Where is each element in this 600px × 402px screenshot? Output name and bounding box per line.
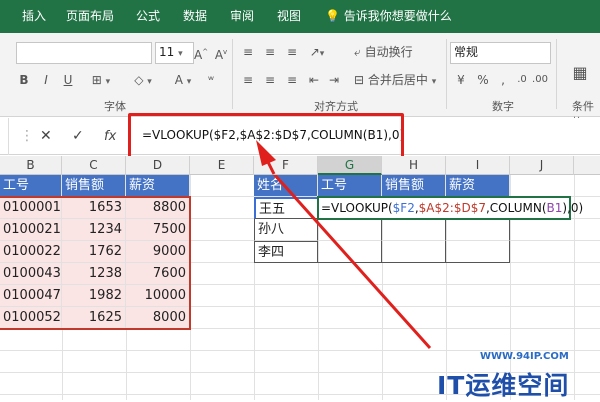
number-format-box[interactable]: 常规 <box>450 42 551 64</box>
group-divider <box>556 39 557 109</box>
increase-indent-icon[interactable]: ⇥ <box>326 70 342 90</box>
align-top-icon[interactable]: ≡ <box>240 42 256 62</box>
tab-insert[interactable]: 插入 <box>22 0 46 33</box>
font-name-box[interactable] <box>16 42 152 64</box>
align-bottom-icon[interactable]: ≡ <box>284 42 300 62</box>
font-size-value: 11 <box>159 45 175 59</box>
group-divider <box>232 39 233 109</box>
grow-font-icon[interactable]: A^ <box>194 42 208 62</box>
merge-center-button[interactable]: ⊟ 合并后居中 ▾ <box>354 70 446 90</box>
shrink-font-icon[interactable]: Av <box>214 42 228 62</box>
group-label-number: 数字 <box>492 100 514 113</box>
font-size-box[interactable]: 11 ▾ <box>155 42 194 64</box>
tab-view[interactable]: 视图 <box>277 0 301 33</box>
worksheet-grid[interactable]: 工号 销售额 薪资 0100001 1653 8800 0100021 1234… <box>0 175 600 400</box>
bold-icon[interactable]: B <box>18 70 30 90</box>
merge-center-label: 合并后居中 <box>367 73 428 87</box>
ribbon-panel: 11 ▾ A^ Av B I U ⊞ ▾ ◇ ▾ A ▾ ʷ 字体 ≡ ≡ ≡ … <box>0 33 600 129</box>
chevron-down-icon: ▾ <box>431 77 437 87</box>
phonetic-icon[interactable]: ʷ <box>204 70 218 90</box>
align-middle-icon[interactable]: ≡ <box>262 42 278 62</box>
orientation-icon[interactable]: ↗▾ <box>306 42 328 62</box>
number-format-value: 常规 <box>454 45 479 59</box>
group-label-font: 字体 <box>104 100 126 113</box>
group-divider <box>446 39 447 109</box>
align-left-icon[interactable]: ≡ <box>240 70 256 90</box>
tab-formulas[interactable]: 公式 <box>136 0 160 33</box>
annotation-arrow <box>272 175 432 350</box>
italic-icon[interactable]: I <box>40 70 52 90</box>
increase-decimal-icon[interactable]: .0 <box>514 70 530 90</box>
tell-me-search[interactable]: 💡 告诉我你想要做什么 <box>325 0 452 33</box>
align-right-icon[interactable]: ≡ <box>284 70 300 90</box>
align-center-icon[interactable]: ≡ <box>262 70 278 90</box>
wrap-text-button[interactable]: ⤶ 自动换行 <box>354 42 422 62</box>
comma-style-icon[interactable]: , <box>496 70 510 90</box>
merge-icon: ⊟ <box>354 73 365 87</box>
chevron-down-icon: ▾ <box>178 49 183 59</box>
underline-icon[interactable]: U <box>62 70 74 90</box>
decrease-decimal-icon[interactable]: .00 <box>532 70 548 90</box>
group-label-alignment: 对齐方式 <box>314 100 358 113</box>
wrap-text-label: 自动换行 <box>364 45 413 59</box>
tab-data[interactable]: 数据 <box>183 0 207 33</box>
ribbon-tab-bar: 插入 页面布局 公式 数据 审阅 视图 💡 告诉我你想要做什么 <box>0 0 600 33</box>
wrap-text-icon: ⤶ <box>354 45 361 59</box>
percent-icon[interactable]: % <box>476 70 490 90</box>
font-color-icon[interactable]: A ▾ <box>168 70 198 90</box>
currency-icon[interactable]: ¥ <box>452 70 470 90</box>
tell-me-label: 告诉我你想要做什么 <box>343 9 452 23</box>
tab-review[interactable]: 审阅 <box>230 0 254 33</box>
fill-color-icon[interactable]: ◇ ▾ <box>128 70 158 90</box>
decrease-indent-icon[interactable]: ⇤ <box>306 70 322 90</box>
tab-page-layout[interactable]: 页面布局 <box>66 0 114 33</box>
conditional-format-icon[interactable]: ▦ <box>568 63 592 83</box>
border-icon[interactable]: ⊞ ▾ <box>86 70 116 90</box>
annotation-arrowhead <box>256 140 276 175</box>
lightbulb-icon: 💡 <box>325 9 340 23</box>
